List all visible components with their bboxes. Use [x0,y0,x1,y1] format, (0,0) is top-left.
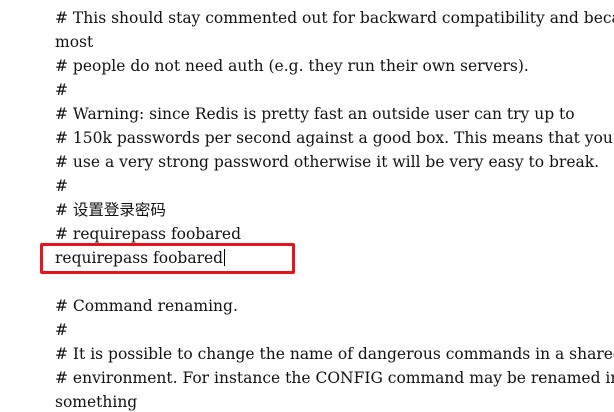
code-line: # 150k passwords per second against a go… [55,129,614,147]
code-line: # This should stay commented out for bac… [55,9,614,27]
code-line: # people do not need auth (e.g. they run… [55,57,529,75]
highlight-box [40,243,295,274]
code-line: # [55,81,68,99]
code-line: # use a very strong password otherwise i… [55,153,600,171]
code-line: # 设置登录密码 [55,201,166,219]
code-line: # Warning: since Redis is pretty fast an… [55,105,575,123]
code-line: # [55,177,68,195]
code-line: # Command renaming. [55,297,238,315]
code-line: something [55,393,138,411]
code-line: # [55,321,68,339]
text-editor[interactable]: # This should stay commented out for bac… [0,0,614,412]
code-line: most [55,33,94,51]
code-line: # It is possible to change the name of d… [55,345,614,363]
code-line: # environment. For instance the CONFIG c… [55,369,614,387]
